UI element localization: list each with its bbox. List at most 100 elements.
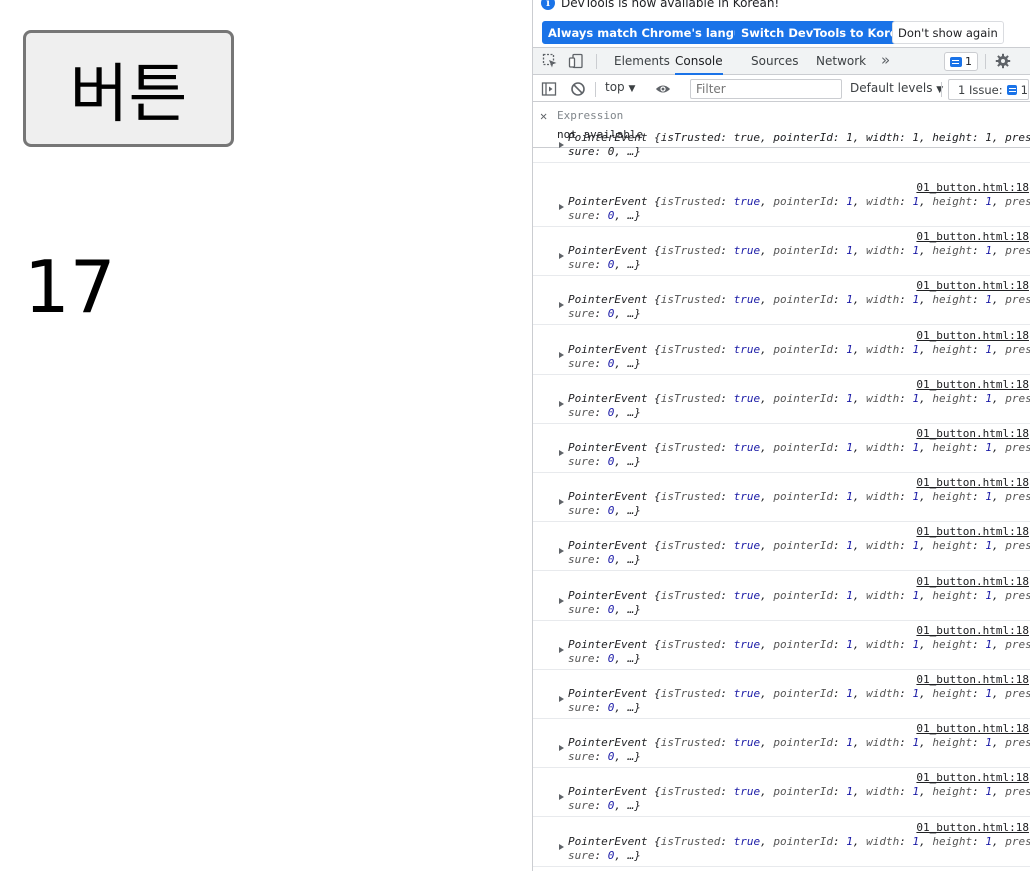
issues-button[interactable]: 1 Issue: 1 (948, 79, 1029, 100)
expand-arrow-icon[interactable] (559, 302, 564, 309)
expand-arrow-icon[interactable] (559, 745, 564, 752)
is-trusted-value: true (733, 490, 761, 504)
expand-arrow-icon[interactable] (559, 696, 564, 702)
pressure-value: 0 (607, 356, 615, 370)
inspect-element-icon[interactable] (542, 53, 558, 69)
log-object-summary[interactable]: PointerEvent {isTrusted: true, pointerId… (568, 539, 1030, 553)
source-link[interactable]: 01_button.html:18 (916, 378, 1029, 392)
expand-arrow-icon[interactable] (559, 843, 564, 850)
tab-elements[interactable]: Elements (614, 48, 670, 75)
gear-icon[interactable] (995, 53, 1011, 69)
context-selector[interactable]: top ▼ (605, 80, 635, 94)
log-object-summary[interactable]: PointerEvent {isTrusted: true, pointerId… (568, 131, 1030, 145)
width-value: 1 (912, 293, 920, 307)
width-value: 1 (912, 195, 920, 208)
source-link[interactable]: 01_button.html:18 (916, 624, 1029, 638)
log-object-summary-cont: sure: 0, …} (568, 553, 641, 567)
log-object-summary-cont: sure: 0, …} (568, 209, 641, 222)
log-object-summary[interactable]: PointerEvent {isTrusted: true, pointerId… (568, 343, 1030, 357)
log-object-summary-cont: sure: 0, …} (568, 602, 641, 616)
console-sidebar-icon[interactable] (541, 81, 557, 97)
log-object-summary[interactable]: PointerEvent {isTrusted: true, pointerId… (568, 195, 1030, 209)
tab-console[interactable]: Console (675, 48, 723, 75)
pointer-id-value: 1 (846, 785, 853, 799)
pressure-value: 0 (607, 455, 615, 468)
expand-arrow-icon[interactable] (559, 142, 564, 148)
console-toolbar: top ▼ Default levels ▼ 1 Issue: 1 (533, 76, 1030, 102)
height-value: 1 (985, 293, 992, 307)
issues-label: 1 Issue: (958, 82, 1003, 97)
eye-icon[interactable] (655, 81, 671, 97)
live-expression-label[interactable]: Expression (557, 109, 623, 122)
log-levels-dropdown[interactable]: Default levels ▼ (850, 81, 943, 95)
expand-arrow-icon[interactable] (559, 204, 564, 210)
expand-arrow-icon[interactable] (559, 597, 564, 604)
more-tabs-icon[interactable]: » (881, 51, 890, 69)
source-link[interactable]: 01_button.html:18 (916, 181, 1029, 195)
expand-arrow-icon[interactable] (559, 794, 564, 801)
source-link[interactable]: 01_button.html:18 (916, 230, 1029, 244)
main-button[interactable]: 버튼 (23, 30, 234, 147)
height-value: 1 (985, 195, 992, 208)
pointer-id-value: 1 (846, 539, 853, 553)
is-trusted-value: true (733, 588, 761, 602)
source-link[interactable]: 01_button.html:18 (916, 575, 1029, 589)
height-value: 1 (985, 588, 992, 602)
log-object-summary[interactable]: PointerEvent {isTrusted: true, pointerId… (568, 244, 1030, 258)
log-object-summary[interactable]: PointerEvent {isTrusted: true, pointerId… (568, 785, 1030, 799)
expand-arrow-icon[interactable] (559, 450, 564, 456)
log-entry: 01_button.html:18 PointerEvent {isTrusted… (533, 227, 1030, 277)
log-object-summary[interactable]: PointerEvent {isTrusted: true, pointerId… (568, 441, 1030, 455)
log-object-summary[interactable]: PointerEvent {isTrusted: true, pointerId… (568, 392, 1030, 406)
expand-arrow-icon[interactable] (559, 499, 564, 506)
log-entry: 01_button.html:18 PointerEvent {isTrusted… (533, 276, 1030, 326)
source-link[interactable]: 01_button.html:18 (916, 771, 1029, 785)
height-value: 1 (985, 539, 992, 553)
expand-arrow-icon[interactable] (559, 548, 564, 555)
expand-arrow-icon[interactable] (559, 400, 564, 407)
event-type: PointerEvent (568, 834, 648, 848)
expand-arrow-icon[interactable] (559, 351, 564, 358)
log-entry: 01_button.html:18 PointerEvent {isTrusted… (533, 326, 1030, 375)
expand-arrow-icon[interactable] (559, 646, 564, 653)
log-object-summary[interactable]: PointerEvent {isTrusted: true, pointerId… (568, 736, 1030, 750)
width-value: 1 (912, 342, 920, 356)
filter-input[interactable] (690, 79, 842, 99)
log-entry: 01_button.html:18 PointerEvent {isTrusted… (533, 178, 1030, 227)
tab-network[interactable]: Network (816, 48, 866, 75)
source-link[interactable]: 01_button.html:18 (916, 476, 1029, 490)
source-link[interactable]: 01_button.html:18 (916, 821, 1029, 835)
pressure-value: 0 (607, 799, 615, 813)
log-object-summary[interactable]: PointerEvent {isTrusted: true, pointerId… (568, 589, 1030, 603)
log-object-summary[interactable]: PointerEvent {isTrusted: true, pointerId… (568, 687, 1030, 701)
device-toolbar-icon[interactable] (568, 53, 584, 69)
tab-sources[interactable]: Sources (751, 48, 798, 75)
log-entry: 01_button.html:18 PointerEvent {isTrusted… (533, 572, 1030, 621)
width-value: 1 (912, 637, 920, 651)
width-value: 1 (912, 785, 920, 799)
log-object-summary[interactable]: PointerEvent {isTrusted: true, pointerId… (568, 835, 1030, 849)
log-object-summary[interactable]: PointerEvent {isTrusted: true, pointerId… (568, 638, 1030, 652)
close-icon[interactable]: ✕ (540, 109, 547, 123)
event-type: PointerEvent (568, 441, 648, 454)
pointer-id-value: 1 (846, 441, 853, 454)
pressure-value: 0 (607, 553, 615, 567)
source-link[interactable]: 01_button.html:18 (916, 525, 1029, 539)
messages-badge[interactable]: 1 (944, 52, 978, 71)
log-object-summary[interactable]: PointerEvent {isTrusted: true, pointerId… (568, 293, 1030, 307)
source-link[interactable]: 01_button.html:18 (916, 279, 1029, 293)
source-link[interactable]: 01_button.html:18 (916, 722, 1029, 736)
source-link[interactable]: 01_button.html:18 (916, 329, 1029, 343)
log-object-summary-cont: sure: 0, …} (568, 356, 641, 370)
is-trusted-value: true (733, 195, 761, 208)
source-link[interactable]: 01_button.html:18 (916, 673, 1029, 687)
clear-console-icon[interactable] (570, 81, 586, 97)
log-object-summary-cont: sure: 0, …} (568, 799, 641, 813)
event-type: PointerEvent (568, 342, 648, 356)
log-object-summary[interactable]: PointerEvent {isTrusted: true, pointerId… (568, 490, 1030, 504)
expand-arrow-icon[interactable] (559, 253, 564, 260)
height-value: 1 (985, 441, 992, 454)
dont-show-again-button[interactable]: Don't show again (892, 21, 1004, 44)
devtools-panel: i DevTools is now available in Korean! A… (532, 0, 1030, 871)
source-link[interactable]: 01_button.html:18 (916, 427, 1029, 441)
